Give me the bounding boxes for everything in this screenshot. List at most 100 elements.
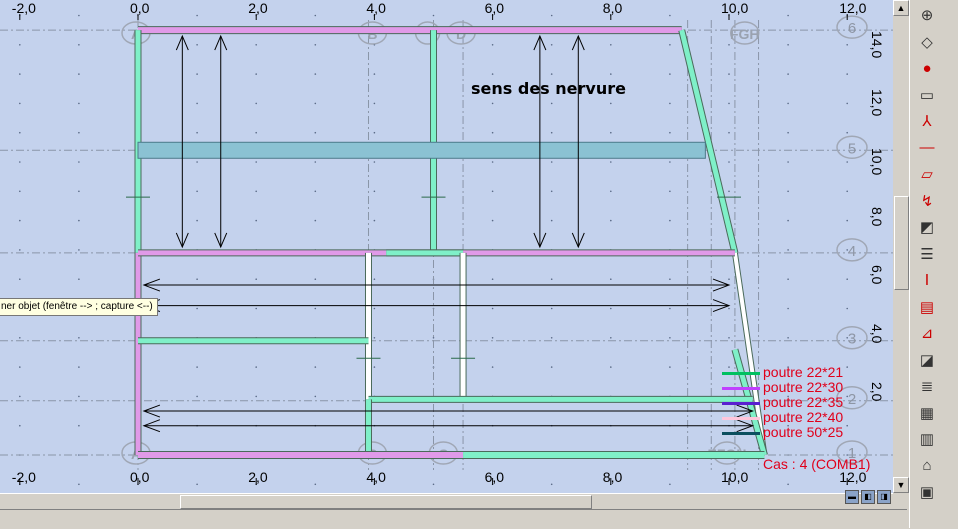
grid-dot bbox=[669, 73, 671, 75]
grid-dot bbox=[669, 14, 671, 17]
view-button-2[interactable]: ◧ bbox=[861, 490, 875, 504]
x-tick-label-bottom: 12,0 bbox=[839, 469, 867, 485]
grid-dot bbox=[610, 161, 612, 163]
grid-dot bbox=[196, 307, 198, 310]
grid-dot bbox=[669, 366, 671, 368]
vertical-scrollbar[interactable]: ▲ ▼ bbox=[893, 0, 909, 493]
box-icon[interactable]: ◪ bbox=[915, 349, 939, 371]
grid-dot bbox=[610, 219, 612, 222]
grid-dot bbox=[787, 102, 789, 105]
grid-dot bbox=[255, 161, 257, 163]
bar-icon[interactable]: — bbox=[915, 137, 939, 159]
grid-dot bbox=[728, 44, 730, 46]
x-tick-label-top: 4,0 bbox=[366, 0, 386, 16]
grid-dot bbox=[373, 73, 376, 75]
grid-dot bbox=[610, 102, 612, 105]
vertical-scroll-thumb[interactable] bbox=[894, 196, 909, 290]
grid-dot bbox=[669, 131, 671, 134]
grid-dot bbox=[728, 337, 730, 339]
grid-dot bbox=[787, 73, 789, 75]
legend-label: poutre 22*40 bbox=[763, 409, 844, 425]
rebar-icon[interactable]: ≣ bbox=[915, 375, 939, 397]
grid-dot bbox=[78, 161, 80, 163]
load-icon[interactable]: ↯ bbox=[915, 190, 939, 212]
node-icon[interactable]: ⊕ bbox=[915, 4, 939, 26]
grid-dot bbox=[314, 483, 317, 486]
chart-icon[interactable]: ▣ bbox=[915, 481, 939, 503]
legend-label: poutre 22*30 bbox=[763, 379, 844, 395]
x-tick-label-bottom: 2,0 bbox=[248, 469, 268, 485]
grid-dot bbox=[255, 73, 257, 75]
stairs-icon[interactable]: ⊿ bbox=[915, 322, 939, 344]
horizontal-scroll-thumb[interactable] bbox=[180, 495, 592, 509]
panel-icon[interactable]: ◩ bbox=[915, 216, 939, 238]
grid-dot bbox=[846, 424, 848, 427]
grid-dot bbox=[196, 161, 198, 163]
grid-dot bbox=[373, 219, 376, 222]
level-marker-label: 5 bbox=[848, 140, 856, 157]
x-tick-label-top: 2,0 bbox=[248, 0, 268, 16]
grid-icon[interactable]: ▥ bbox=[915, 428, 939, 450]
slab-icon[interactable]: ▱ bbox=[915, 163, 939, 185]
grid-dot bbox=[846, 190, 848, 193]
drawing-viewport[interactable]: 654321ABDFGHABCEFGH sens des nervure ner… bbox=[0, 0, 907, 493]
grid-dot bbox=[314, 44, 317, 46]
i-beam-icon[interactable]: Ⅰ bbox=[915, 269, 939, 291]
grid-dot bbox=[610, 278, 612, 281]
grid-dot bbox=[669, 219, 671, 222]
grid-dot bbox=[610, 190, 612, 193]
stack-icon[interactable]: ▤ bbox=[915, 296, 939, 318]
grid-dot bbox=[787, 161, 789, 163]
y-tick-label: 14,0 bbox=[869, 30, 885, 59]
level-marker-label: 6 bbox=[848, 20, 856, 37]
level-marker-label: 4 bbox=[848, 243, 856, 260]
grid-dot bbox=[255, 278, 257, 281]
view-buttons[interactable]: ▬ ◧ ◨ bbox=[845, 490, 891, 504]
grid-dot bbox=[78, 454, 80, 456]
grid-dot bbox=[846, 366, 848, 368]
x-tick-label-top: 8,0 bbox=[602, 0, 623, 16]
x-tick-label-bottom: 0,0 bbox=[130, 469, 150, 485]
legend-swatch bbox=[722, 432, 760, 435]
scroll-down-button[interactable]: ▼ bbox=[893, 477, 909, 493]
grid-dot bbox=[550, 278, 553, 281]
horizontal-scrollbar[interactable] bbox=[0, 493, 893, 510]
grid-dot bbox=[550, 161, 553, 163]
circle-icon[interactable]: ● bbox=[915, 57, 939, 79]
grid-dot bbox=[19, 249, 21, 251]
grid-dot bbox=[787, 249, 789, 251]
diamond-icon[interactable]: ◇ bbox=[915, 31, 939, 53]
grid-dot bbox=[373, 131, 376, 134]
grid-dot bbox=[196, 44, 198, 46]
grid-dot bbox=[550, 307, 553, 310]
table-icon[interactable]: ▦ bbox=[915, 402, 939, 424]
grid-dot bbox=[314, 395, 317, 398]
grid-dot bbox=[787, 337, 789, 339]
level-marker-label: 3 bbox=[848, 331, 856, 348]
house-icon[interactable]: ⌂ bbox=[915, 455, 939, 477]
grid-dot bbox=[196, 395, 198, 398]
grid-dot bbox=[491, 73, 494, 75]
grid-dot bbox=[669, 161, 671, 163]
grid-dot bbox=[19, 219, 21, 222]
grid-dot bbox=[846, 131, 848, 134]
grid-dot bbox=[373, 161, 376, 163]
grid-dot bbox=[255, 366, 257, 368]
grid-dot bbox=[669, 44, 671, 46]
grid-dot bbox=[491, 161, 494, 163]
support-icon[interactable]: ⅄ bbox=[915, 110, 939, 132]
grid-dot bbox=[846, 219, 848, 222]
grid-dot bbox=[19, 190, 21, 193]
grid-dot bbox=[78, 424, 80, 427]
legend-swatch bbox=[722, 402, 760, 405]
grid-dot bbox=[78, 366, 80, 368]
y-tick-label: 8,0 bbox=[869, 206, 885, 227]
section-icon[interactable]: ▭ bbox=[915, 84, 939, 106]
grid-dot bbox=[846, 161, 848, 163]
grid-dot bbox=[314, 161, 317, 163]
view-button-1[interactable]: ▬ bbox=[845, 490, 859, 504]
scroll-up-button[interactable]: ▲ bbox=[893, 0, 909, 16]
view-button-3[interactable]: ◨ bbox=[877, 490, 891, 504]
grid-dot bbox=[196, 219, 198, 222]
layer-icon[interactable]: ☰ bbox=[915, 243, 939, 265]
